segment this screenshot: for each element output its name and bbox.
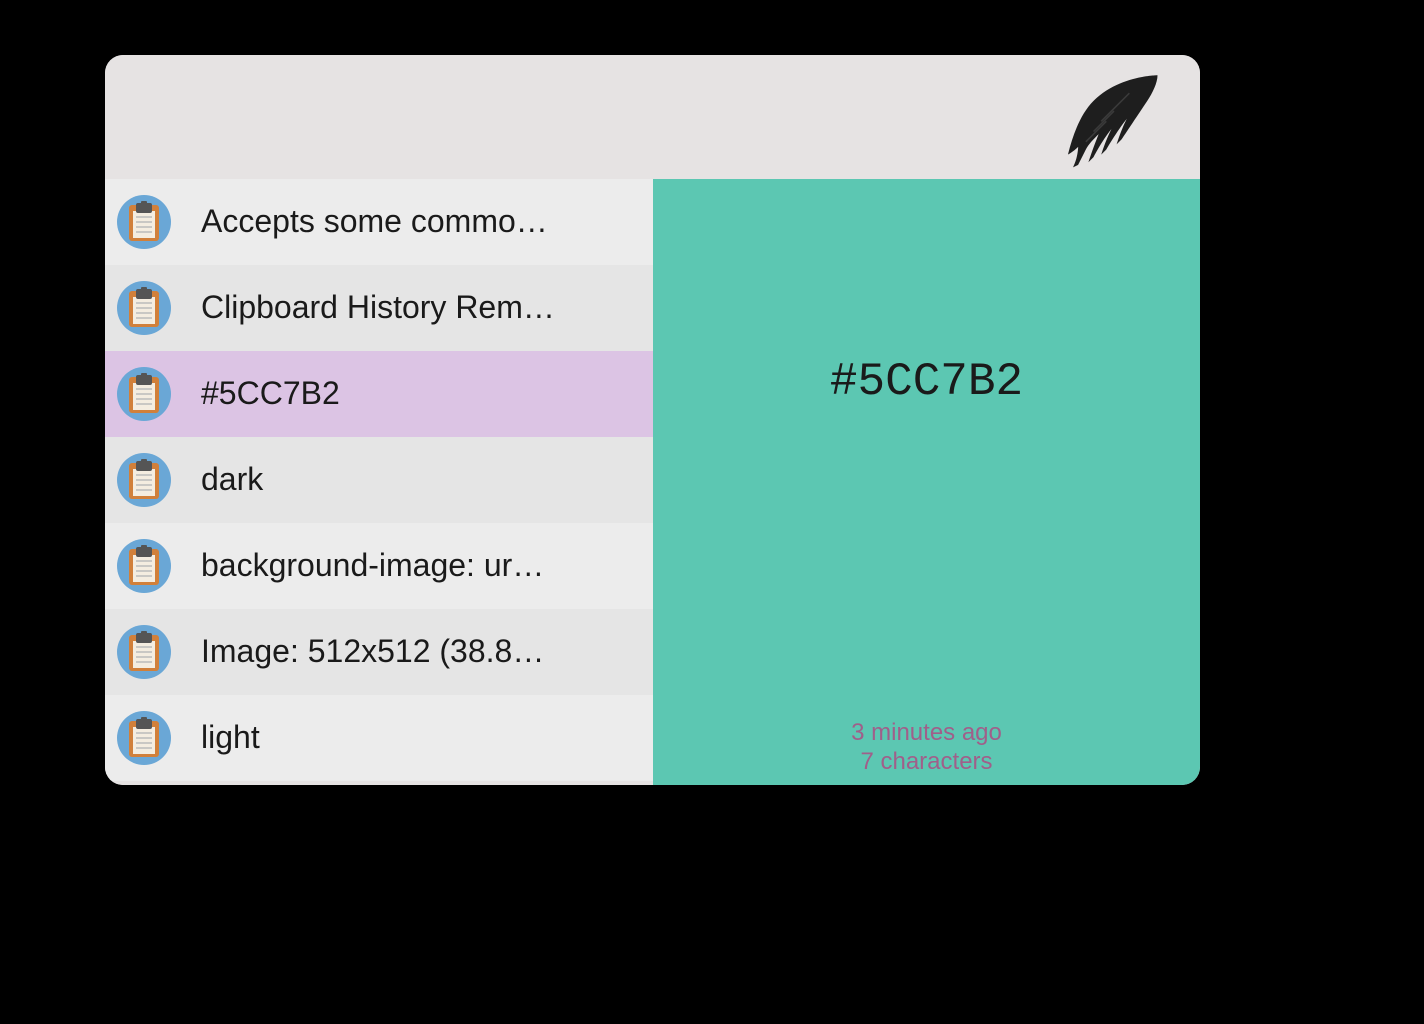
preview-timestamp: 3 minutes ago: [653, 719, 1200, 748]
preview-text: #5CC7B2: [830, 356, 1023, 408]
list-item-label: #5CC7B2: [201, 375, 641, 412]
list-item[interactable]: dark: [105, 437, 653, 523]
clipboard-window: Accepts some commo… Clipboard History Re…: [105, 55, 1200, 785]
list-item-label: background-image: ur…: [201, 547, 641, 584]
list-item[interactable]: Image: 512x512 (38.8…: [105, 609, 653, 695]
list-item[interactable]: Accepts some commo…: [105, 179, 653, 265]
clipboard-icon: [117, 625, 171, 679]
list-item-label: Image: 512x512 (38.8…: [201, 633, 641, 670]
clipboard-icon: [117, 539, 171, 593]
clipboard-list[interactable]: Accepts some commo… Clipboard History Re…: [105, 179, 653, 785]
list-item-label: Clipboard History Rem…: [201, 289, 641, 326]
window-body: Accepts some commo… Clipboard History Re…: [105, 179, 1200, 785]
feather-icon: [1050, 65, 1178, 193]
clipboard-icon: [117, 195, 171, 249]
preview-meta: 3 minutes ago 7 characters: [653, 719, 1200, 777]
list-item-label: dark: [201, 461, 641, 498]
preview-charcount: 7 characters: [653, 748, 1200, 777]
window-header: [105, 55, 1200, 179]
clipboard-icon: [117, 281, 171, 335]
clipboard-icon: [117, 711, 171, 765]
list-item[interactable]: background-image: ur…: [105, 523, 653, 609]
list-item-label: Accepts some commo…: [201, 203, 641, 240]
list-item[interactable]: light: [105, 695, 653, 781]
clipboard-icon: [117, 453, 171, 507]
list-item[interactable]: Clipboard History Rem…: [105, 265, 653, 351]
list-item[interactable]: #5CC7B2: [105, 351, 653, 437]
list-item-label: light: [201, 719, 641, 756]
preview-content: #5CC7B2: [653, 179, 1200, 785]
preview-panel: #5CC7B2 3 minutes ago 7 characters: [653, 179, 1200, 785]
clipboard-icon: [117, 367, 171, 421]
